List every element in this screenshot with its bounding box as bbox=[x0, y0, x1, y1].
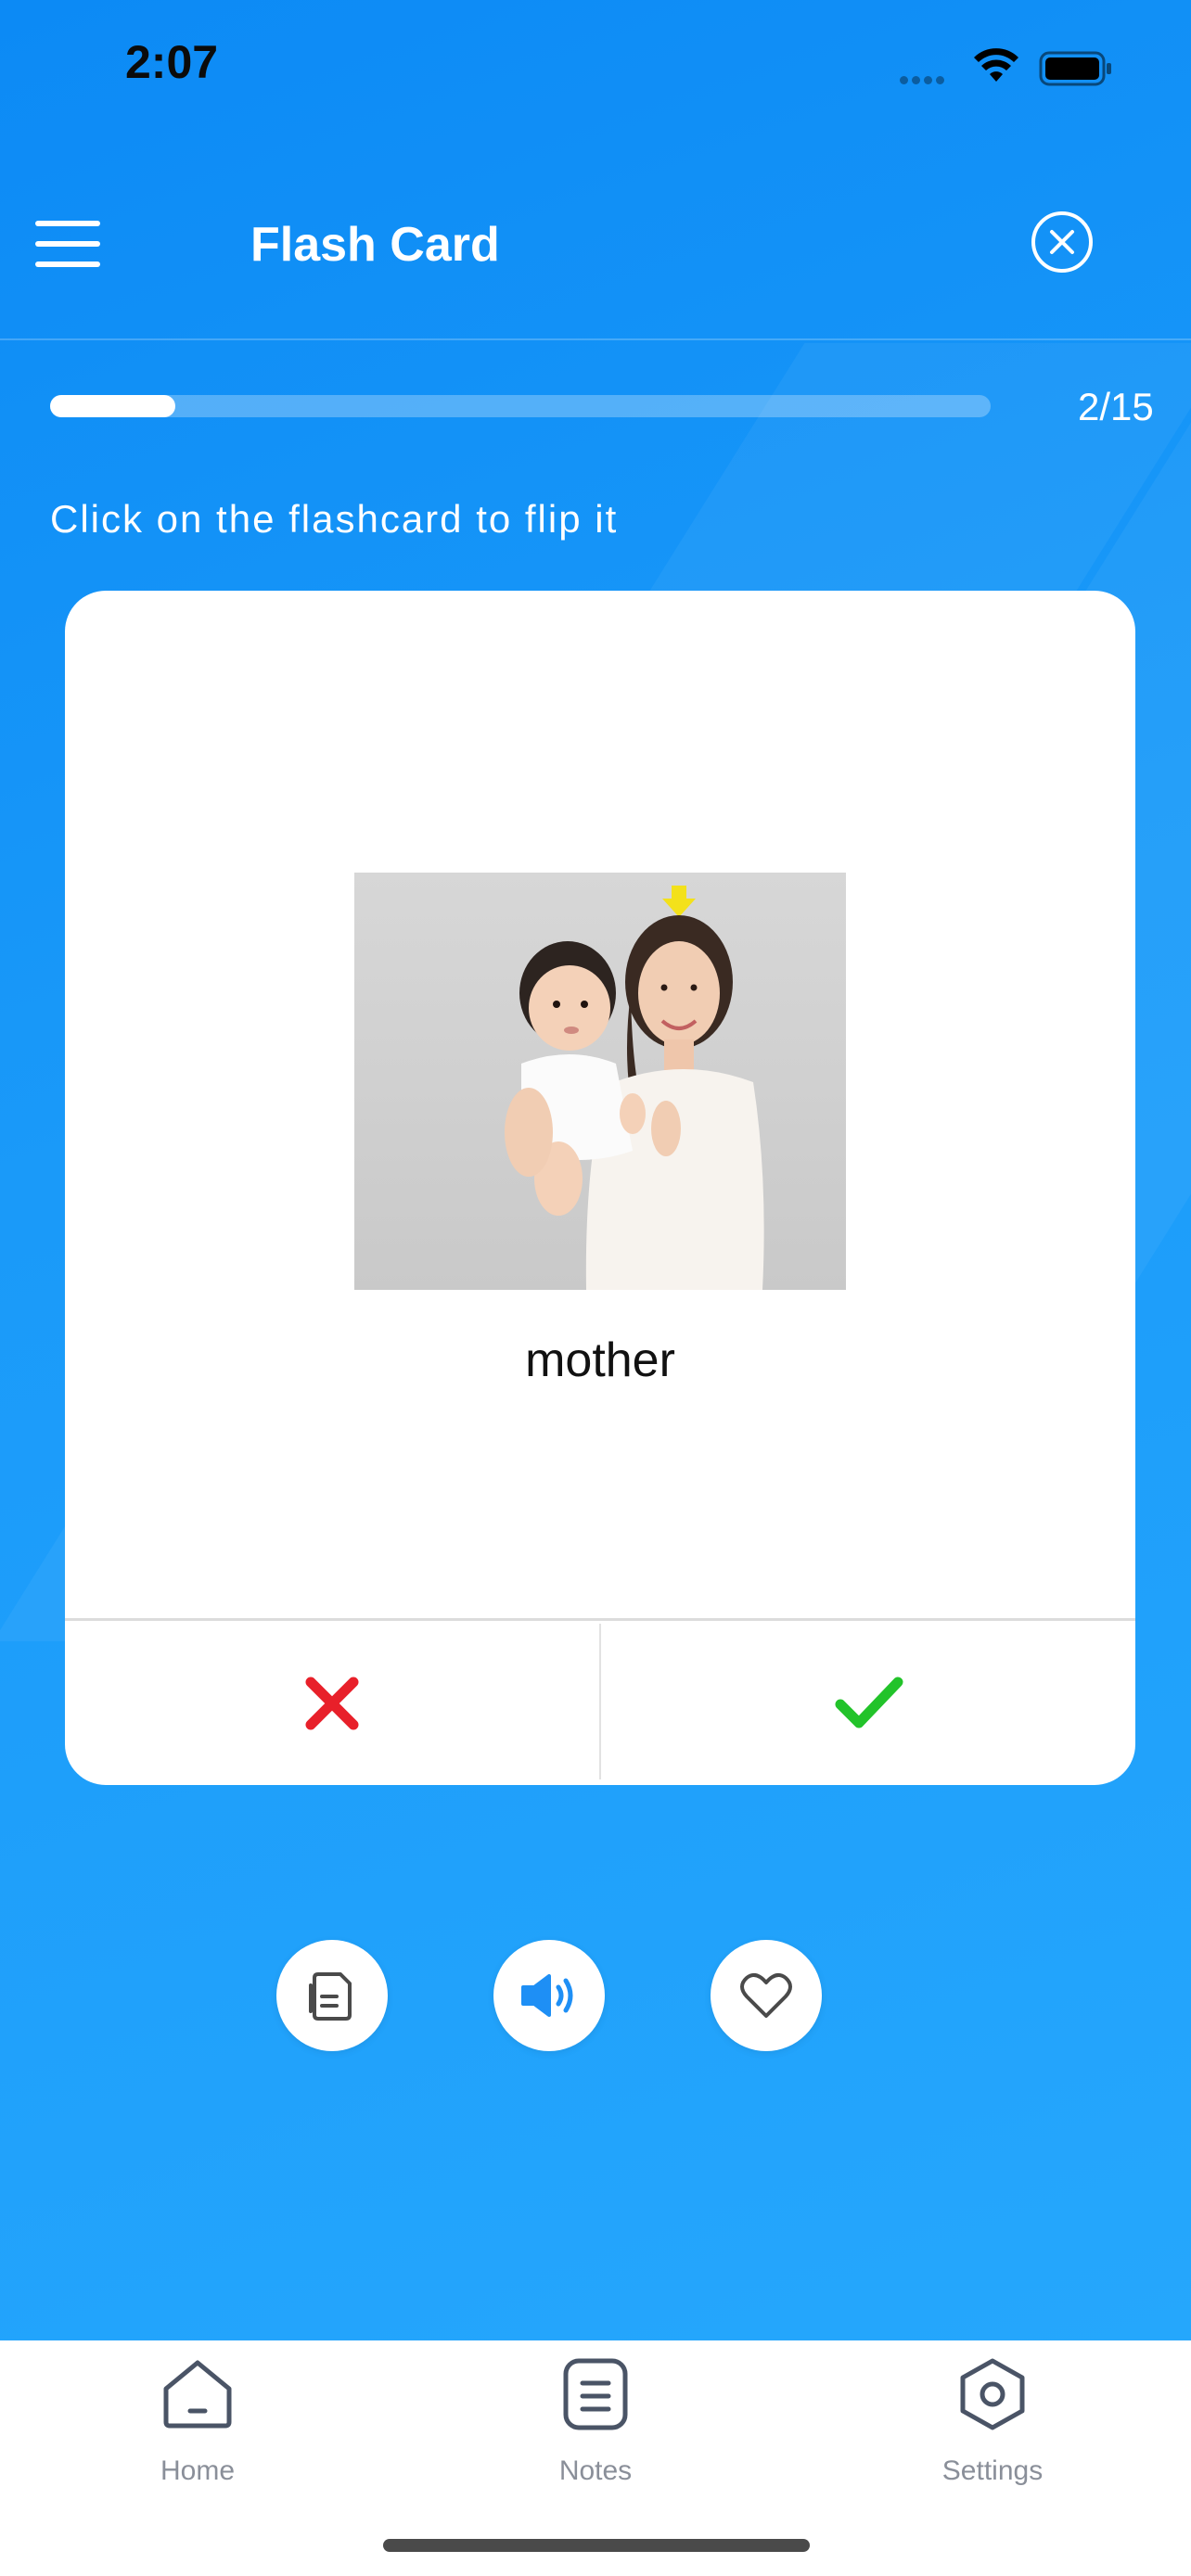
flashcard-image bbox=[354, 873, 846, 1290]
status-time: 2:07 bbox=[125, 36, 219, 88]
x-icon bbox=[305, 1677, 359, 1729]
flashcard-word: mother bbox=[525, 1333, 675, 1387]
heart-icon bbox=[740, 1972, 792, 2018]
note-icon bbox=[309, 1972, 352, 2021]
play-audio-button[interactable] bbox=[493, 1940, 605, 2051]
note-button[interactable] bbox=[276, 1940, 388, 2051]
progress-fill bbox=[50, 395, 176, 417]
flashcard-face[interactable]: mother bbox=[65, 591, 1135, 1618]
home-icon bbox=[163, 2360, 232, 2429]
page-title: Flash Card bbox=[250, 218, 500, 272]
notes-icon bbox=[563, 2358, 628, 2430]
battery-icon bbox=[1039, 51, 1111, 86]
tab-label: Notes bbox=[558, 2455, 633, 2486]
progress-bar bbox=[50, 395, 991, 417]
wifi-icon bbox=[974, 48, 1018, 82]
instruction-text: Click on the flashcard to flip it bbox=[50, 497, 619, 541]
close-icon[interactable] bbox=[1030, 210, 1095, 274]
check-icon bbox=[835, 1677, 903, 1728]
tab-notes[interactable]: Notes bbox=[456, 2340, 735, 2489]
home-indicator bbox=[383, 2539, 810, 2552]
top-bar: Flash Card bbox=[0, 139, 1191, 340]
mark-wrong-button[interactable] bbox=[65, 1621, 599, 1785]
favorite-button[interactable] bbox=[711, 1940, 822, 2051]
status-bar: 2:07 bbox=[0, 0, 1191, 139]
speaker-icon bbox=[521, 1974, 573, 2017]
tab-home[interactable]: Home bbox=[58, 2340, 337, 2489]
flashcard-screen: 2:07 Flash Card 2/15 Click on the flashc… bbox=[0, 0, 1191, 2576]
progress-count: 2/15 bbox=[1078, 385, 1154, 428]
flashcard: mother bbox=[65, 591, 1135, 1785]
mark-correct-button[interactable] bbox=[601, 1621, 1135, 1785]
tab-label: Settings bbox=[941, 2455, 1044, 2486]
menu-button[interactable] bbox=[35, 221, 102, 267]
cellular-signal-icon bbox=[900, 72, 948, 89]
settings-icon bbox=[960, 2358, 1025, 2430]
tab-label: Home bbox=[160, 2455, 236, 2486]
tab-settings[interactable]: Settings bbox=[853, 2340, 1132, 2489]
